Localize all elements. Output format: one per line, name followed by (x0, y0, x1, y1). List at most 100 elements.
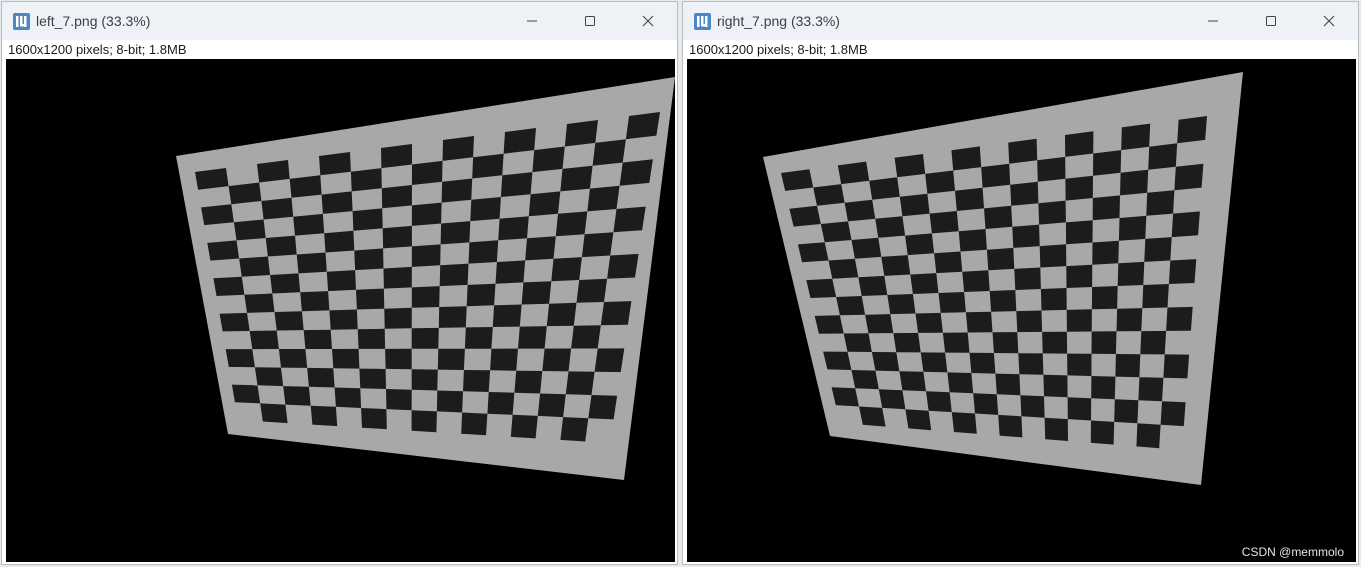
image-canvas[interactable] (6, 59, 675, 562)
checker-square (910, 273, 939, 294)
checker-square (947, 372, 974, 394)
checker-square (995, 373, 1021, 396)
checker-square (324, 230, 355, 253)
checker-square (625, 112, 660, 140)
checker-square (878, 389, 906, 410)
checker-square (837, 161, 870, 185)
checker-square (381, 144, 412, 169)
left-image-window[interactable]: left_7.png (33.3%) 1600x1200 pixels; 8-b… (1, 1, 678, 565)
checker-square (1067, 397, 1092, 421)
checker-square (468, 240, 499, 264)
checker-square (962, 270, 990, 292)
checker-square (981, 163, 1011, 188)
checker-square (537, 393, 566, 418)
checker-square (871, 352, 900, 372)
checker-square (1091, 286, 1118, 310)
window-title: right_7.png (33.3%) (717, 13, 840, 29)
checker-square (1091, 331, 1117, 354)
close-icon (642, 15, 654, 27)
image-canvas[interactable]: CSDN @memmolo (687, 59, 1356, 562)
image-info-bar: 1600x1200 pixels; 8-bit; 1.8MB (2, 40, 677, 60)
checker-square (797, 242, 829, 263)
checker-square (386, 389, 412, 411)
checker-square (436, 390, 463, 413)
minimize-button[interactable] (1184, 2, 1242, 40)
checker-square (613, 206, 646, 233)
checker-square (899, 371, 926, 392)
image-info-text: 1600x1200 pixels; 8-bit; 1.8MB (8, 42, 187, 57)
checker-square (1008, 138, 1038, 164)
checker-square (1038, 200, 1066, 225)
checker-square (1012, 224, 1040, 248)
checker-square (1044, 417, 1068, 441)
checker-square (1115, 354, 1141, 378)
checker-square (439, 263, 469, 287)
checker-square (521, 281, 552, 305)
close-button[interactable] (619, 2, 677, 40)
checker-square (411, 244, 441, 267)
checker-square (1118, 215, 1147, 241)
checker-square (619, 159, 653, 186)
checker-square (470, 197, 501, 222)
checker-square (1065, 131, 1094, 157)
checker-square (781, 169, 814, 191)
checker-square (321, 191, 353, 214)
close-button[interactable] (1300, 2, 1358, 40)
checker-square (1138, 377, 1164, 402)
checker-square (806, 278, 837, 298)
checker-square (510, 414, 538, 439)
checker-square (564, 120, 598, 147)
title-bar[interactable]: right_7.png (33.3%) (683, 2, 1358, 40)
checker-square (1166, 306, 1193, 331)
checker-square (951, 146, 982, 171)
checker-square (357, 328, 386, 349)
checker-square (296, 252, 327, 274)
checker-square (905, 409, 932, 431)
checker-square (887, 294, 916, 315)
checker-square (875, 216, 906, 238)
checker-square (600, 301, 632, 326)
title-bar[interactable]: left_7.png (33.3%) (2, 2, 677, 40)
maximize-button[interactable] (1242, 2, 1300, 40)
checker-square (1140, 330, 1167, 355)
checker-square (925, 170, 955, 194)
window-title: left_7.png (33.3%) (36, 13, 151, 29)
checker-square (1067, 353, 1092, 376)
checker-square (487, 392, 515, 415)
checker-square (915, 312, 943, 333)
checker-square (303, 329, 332, 349)
checker-square (1043, 374, 1068, 398)
checker-square (969, 352, 996, 374)
checker-square (239, 256, 271, 277)
right-image-window[interactable]: right_7.png (33.3%) 1600x1200 pixels; 8-… (682, 1, 1359, 565)
checker-square (1020, 395, 1045, 418)
checker-square (1160, 401, 1186, 427)
checker-square (492, 304, 522, 327)
checker-square (438, 306, 467, 328)
checker-square (283, 386, 311, 406)
checker-square (442, 136, 474, 161)
checker-square (920, 352, 948, 373)
checker-square (789, 205, 821, 227)
checker-square (1171, 211, 1200, 238)
checker-square (858, 275, 888, 296)
checker-square (261, 197, 294, 220)
checker-square (1121, 123, 1151, 151)
checker-square (581, 232, 614, 258)
checker-square (814, 315, 844, 334)
checker-square (844, 199, 876, 222)
checker-square (257, 160, 290, 183)
checker-square (326, 270, 356, 292)
checker-square (231, 384, 261, 404)
minimize-button[interactable] (503, 2, 561, 40)
checker-square (929, 211, 959, 234)
checker-square (207, 240, 240, 261)
checker-square (441, 178, 473, 203)
checker-square (225, 349, 255, 368)
maximize-button[interactable] (561, 2, 619, 40)
checker-square (359, 368, 386, 389)
checker-square (555, 211, 588, 237)
checker-square (383, 266, 412, 289)
checker-square (381, 185, 412, 209)
checker-square (228, 182, 262, 205)
